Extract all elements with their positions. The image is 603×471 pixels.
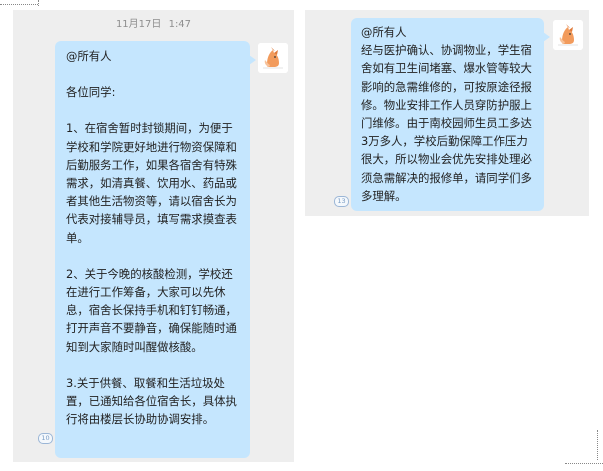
corner-marker — [565, 463, 603, 465]
message-body: 经与医护确认、协调物业，学生宿舍如有卫生间堵塞、爆水管等较大影响的急需维修的，可… — [361, 43, 532, 203]
corner-marker — [597, 430, 599, 460]
message-item-1: 1、在宿舍暂时封锁期间，为便于学校和学院更好地进行物资保障和后勤服务工作，如果各… — [66, 121, 237, 245]
timestamp-date: 11月17日 — [115, 19, 162, 30]
read-count-badge-icon[interactable]: 13 — [334, 196, 349, 207]
read-count-badge-icon[interactable]: 10 — [38, 433, 53, 444]
message-item-2: 2、关于今晚的核酸检测，学校还在进行工作筹备，大家可以先休息，宿舍长保持手机和钉… — [66, 266, 237, 354]
mention-all[interactable]: @所有人 — [66, 47, 240, 65]
mention-all[interactable]: @所有人 — [361, 23, 534, 41]
fox-avatar-icon[interactable] — [258, 43, 288, 73]
message-greeting: 各位同学: — [66, 85, 116, 100]
timestamp-time: 1:47 — [168, 19, 192, 30]
corner-marker — [38, 0, 40, 6]
chat-panel-left: 11月17日 1:47 @所有人 各位同学: 1、在宿舍暂时封锁期间，为便于学校… — [13, 10, 294, 462]
message-timestamp: 11月17日 1:47 — [13, 15, 294, 30]
chat-panel-right: @所有人 经与医护确认、协调物业，学生宿舍如有卫生间堵塞、爆水管等较大影响的急需… — [305, 10, 589, 216]
message-bubble[interactable]: @所有人 经与医护确认、协调物业，学生宿舍如有卫生间堵塞、爆水管等较大影响的急需… — [351, 18, 550, 211]
message-item-3: 3.关于供餐、取餐和生活垃圾处置，已通知给各位宿舍长，具体执行将由楼层长协助协调… — [66, 375, 237, 427]
fox-avatar-icon[interactable] — [553, 20, 583, 50]
message-bubble[interactable]: @所有人 各位同学: 1、在宿舍暂时封锁期间，为便于学校和学院更好地进行物资保障… — [55, 41, 256, 458]
corner-marker — [0, 4, 38, 6]
